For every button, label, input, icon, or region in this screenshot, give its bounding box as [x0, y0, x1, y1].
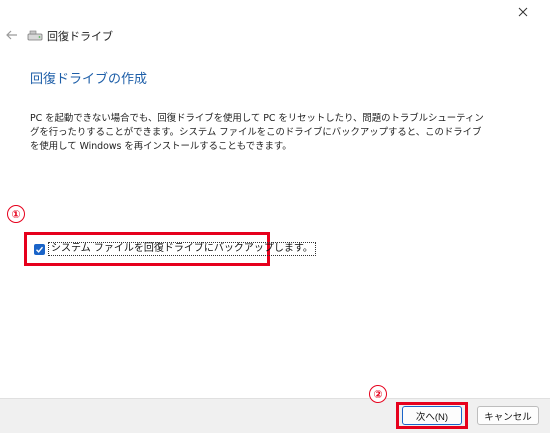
- next-button[interactable]: 次へ(N): [402, 406, 462, 425]
- back-button[interactable]: [3, 26, 21, 44]
- drive-icon: [27, 30, 43, 41]
- cancel-button[interactable]: キャンセル: [477, 406, 539, 425]
- annotation-marker-2: ②: [369, 385, 387, 403]
- backup-system-files-checkbox[interactable]: [34, 243, 45, 255]
- recovery-drive-window: 回復ドライブ 回復ドライブの作成 PC を起動できない場合でも、回復ドライブを使…: [0, 0, 550, 433]
- annotation-marker-1: ①: [7, 205, 25, 223]
- close-icon: [518, 7, 528, 17]
- navigation-bar: 回復ドライブ: [0, 24, 550, 48]
- description-text: PC を起動できない場合でも、回復ドライブを使用して PC をリセットしたり、問…: [30, 113, 484, 152]
- check-icon: [36, 246, 44, 253]
- back-arrow-icon: [6, 30, 17, 40]
- backup-system-files-label: システム ファイルを回復ドライブにバックアップします。: [48, 242, 316, 256]
- window-title: 回復ドライブ: [47, 30, 113, 43]
- backup-system-files-option[interactable]: システム ファイルを回復ドライブにバックアップします。: [34, 242, 316, 256]
- close-button[interactable]: [512, 2, 534, 22]
- page-heading: 回復ドライブの作成: [30, 72, 148, 87]
